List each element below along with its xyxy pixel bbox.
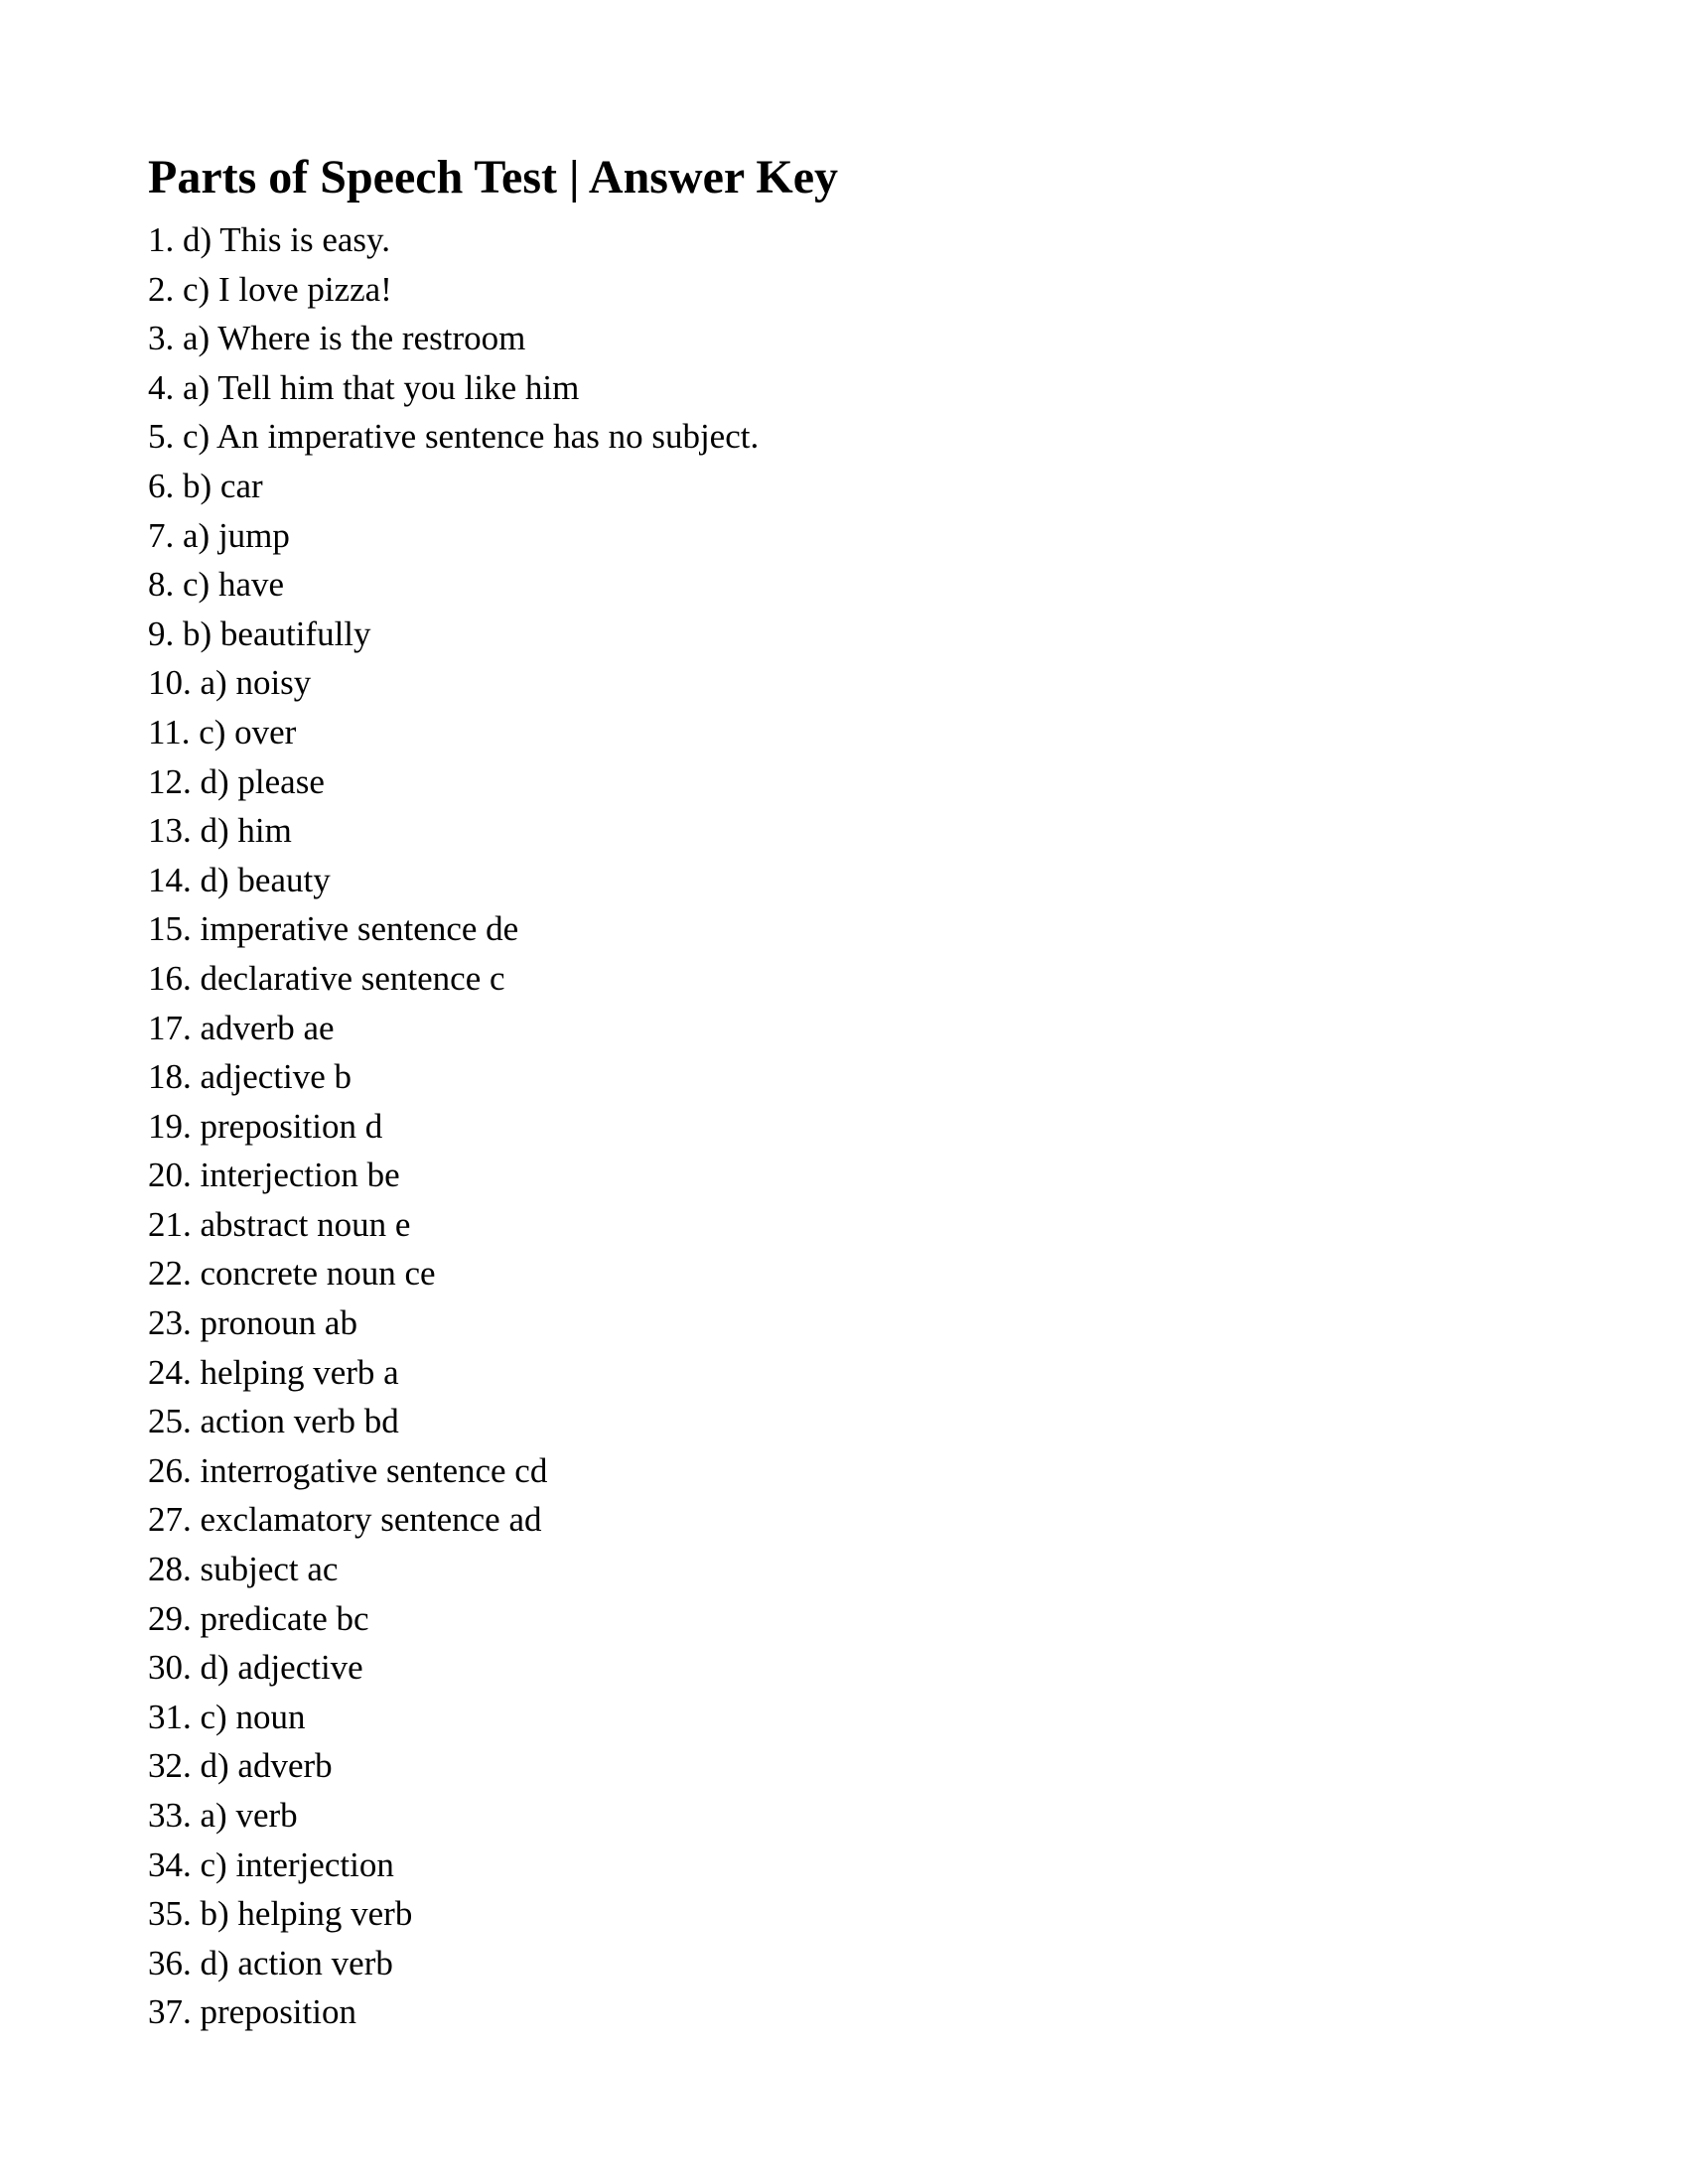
document-page: Parts of Speech Test | Answer Key 1. d) … <box>0 0 1688 2184</box>
answer-item: 18. adjective b <box>148 1057 352 1097</box>
answer-item: 2. c) I love pizza! <box>148 269 392 309</box>
answer-item: 5. c) An imperative sentence has no subj… <box>148 417 760 457</box>
answer-item: 37. preposition <box>148 1992 356 2032</box>
answer-item: 20. interjection be <box>148 1156 400 1195</box>
answer-item: 23. pronoun ab <box>148 1303 357 1343</box>
answer-item: 29. predicate bc <box>148 1598 369 1638</box>
answer-item: 36. d) action verb <box>148 1943 393 1982</box>
answer-item: 4. a) Tell him that you like him <box>148 367 580 407</box>
answer-item: 31. c) noun <box>148 1697 306 1736</box>
answer-item: 28. subject ac <box>148 1550 339 1589</box>
answer-item: 6. b) car <box>148 466 263 505</box>
answer-item: 35. b) helping verb <box>148 1894 413 1934</box>
answer-item: 11. c) over <box>148 712 297 751</box>
answer-item: 14. d) beauty <box>148 860 331 899</box>
answer-item: 1. d) This is easy. <box>148 220 391 259</box>
answer-item: 12. d) please <box>148 761 325 801</box>
answer-item: 13. d) him <box>148 811 292 851</box>
answer-list: 1. d) This is easy. 2. c) I love pizza! 3.… <box>148 215 759 2037</box>
page-title: Parts of Speech Test | Answer Key <box>148 151 838 204</box>
answer-item: 21. abstract noun e <box>148 1204 411 1244</box>
answer-item: 32. d) adverb <box>148 1746 333 1786</box>
answer-item: 34. c) interjection <box>148 1844 394 1884</box>
answer-item: 7. a) jump <box>148 515 290 555</box>
answer-item: 19. preposition d <box>148 1106 383 1146</box>
answer-item: 17. adverb ae <box>148 1008 335 1047</box>
answer-item: 24. helping verb a <box>148 1352 399 1392</box>
answer-item: 33. a) verb <box>148 1796 298 1835</box>
answer-item: 26. interrogative sentence cd <box>148 1450 548 1490</box>
answer-item: 9. b) beautifully <box>148 614 371 653</box>
answer-item: 10. a) noisy <box>148 663 312 703</box>
answer-item: 30. d) adjective <box>148 1648 363 1688</box>
answer-item: 27. exclamatory sentence ad <box>148 1500 542 1540</box>
answer-item: 3. a) Where is the restroom <box>148 319 526 358</box>
answer-item: 22. concrete noun ce <box>148 1254 436 1294</box>
answer-item: 25. action verb bd <box>148 1402 399 1441</box>
answer-item: 8. c) have <box>148 565 285 605</box>
answer-item: 15. imperative sentence de <box>148 909 519 949</box>
answer-item: 16. declarative sentence c <box>148 958 505 998</box>
